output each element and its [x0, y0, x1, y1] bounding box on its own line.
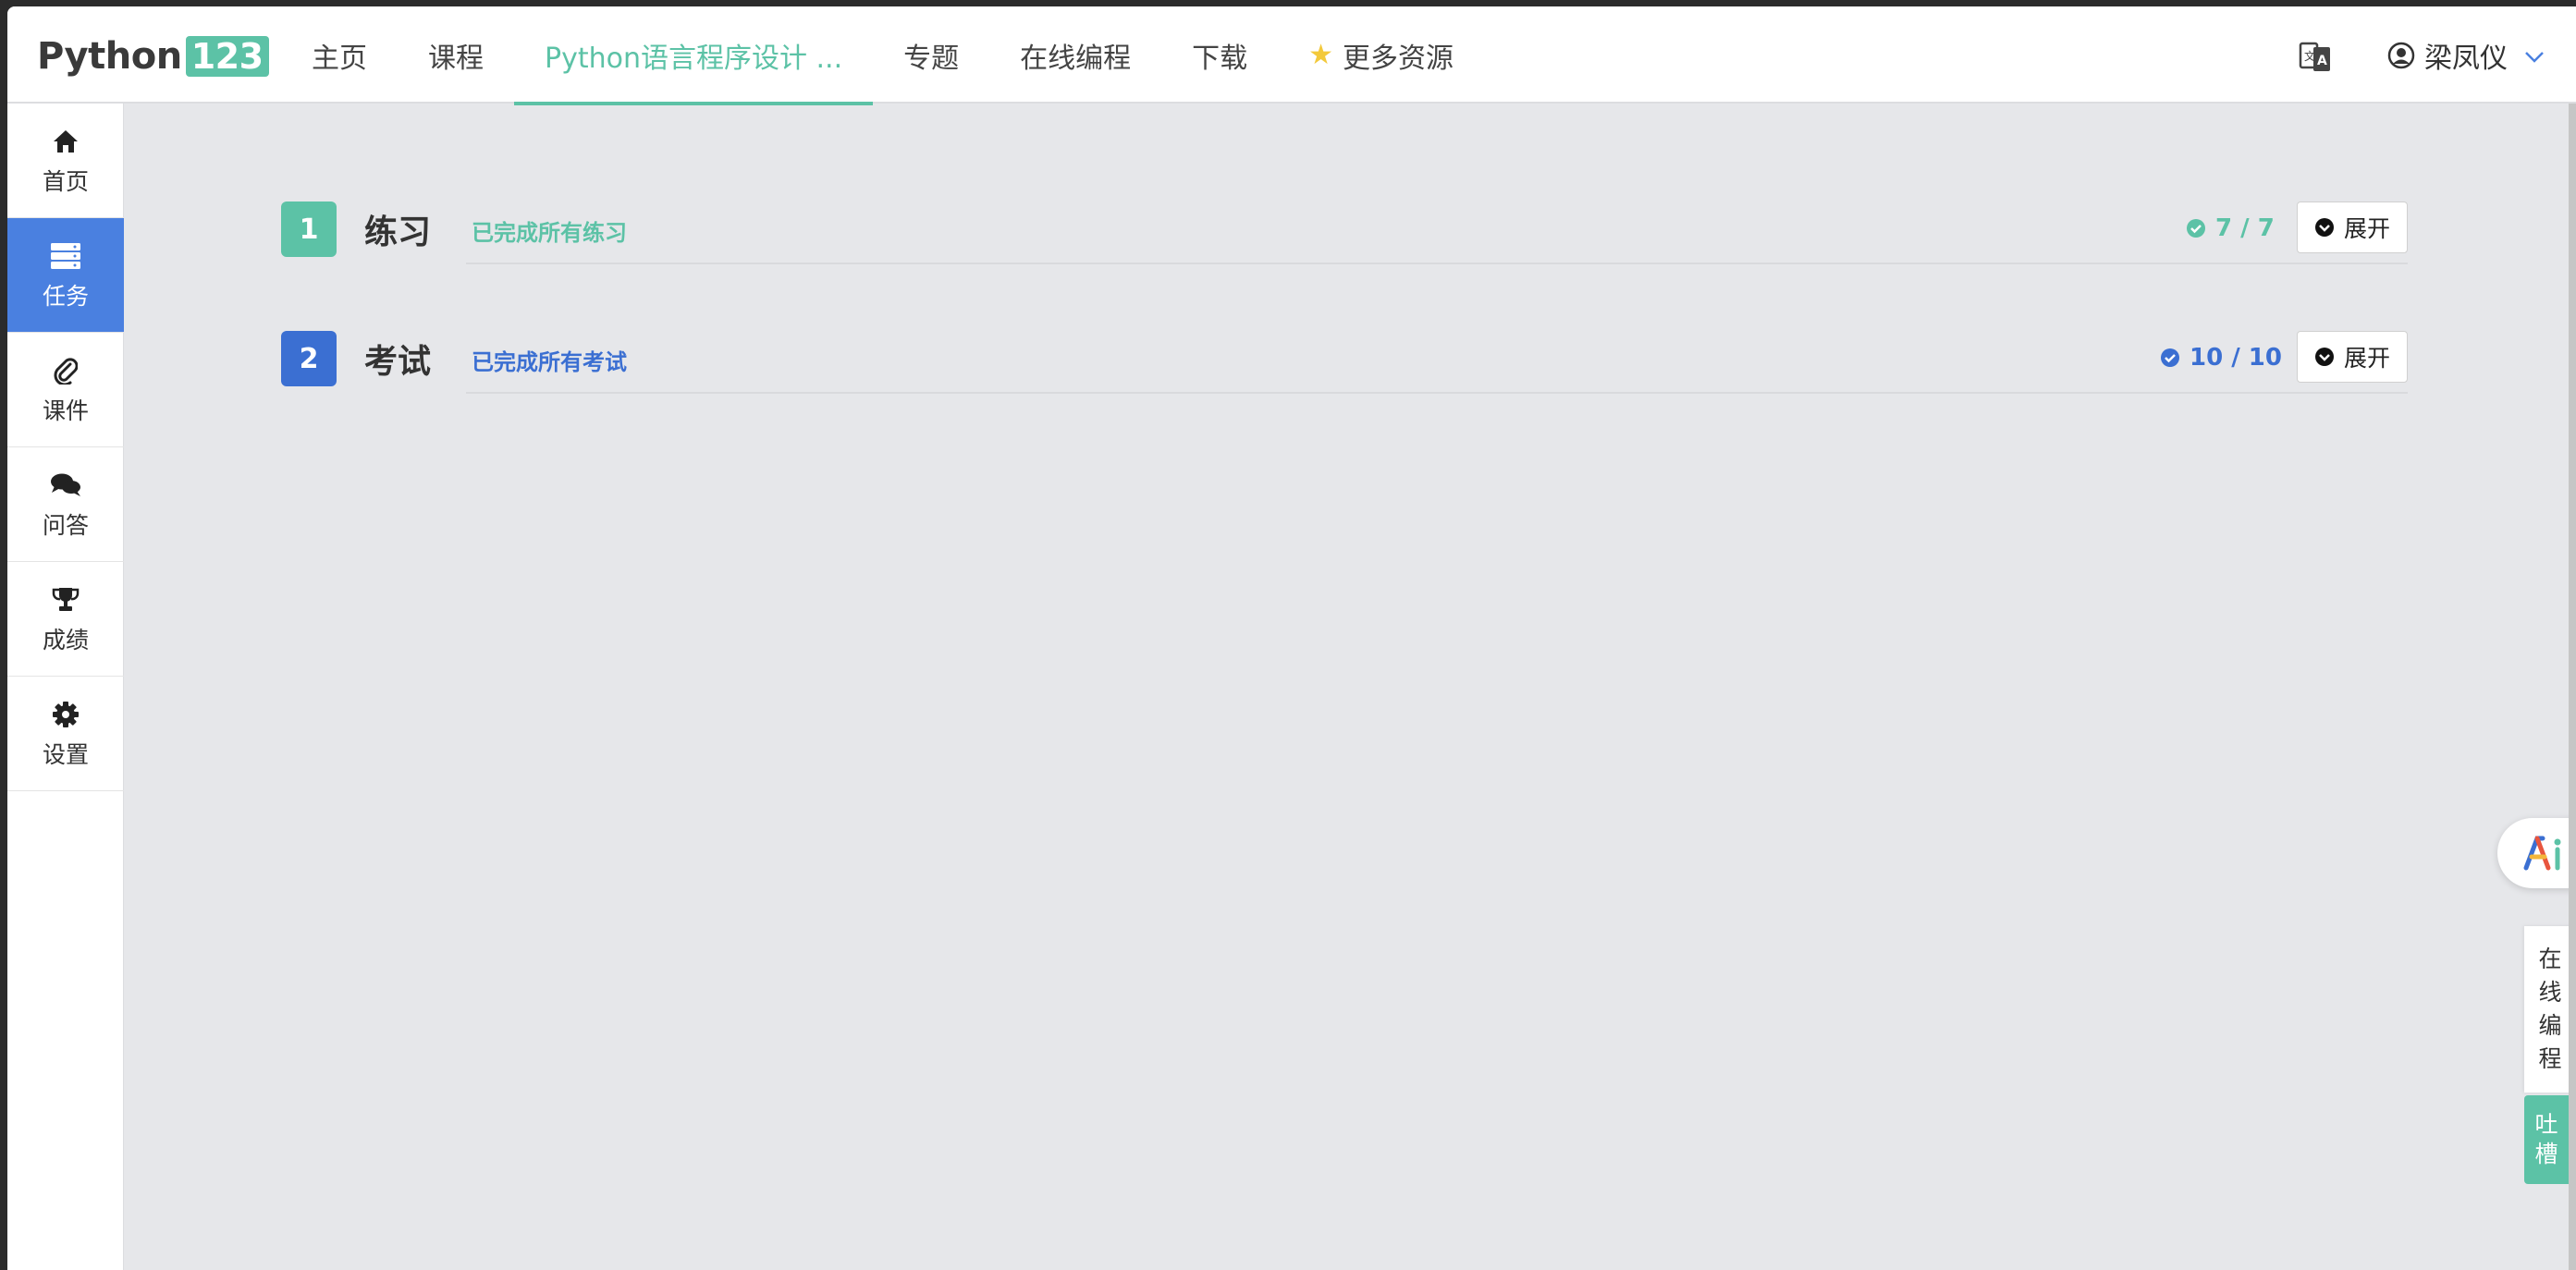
check-circle-icon: [2160, 348, 2180, 368]
sidebar-item-grades[interactable]: 成绩: [7, 562, 124, 677]
svg-text:文: 文: [2304, 49, 2315, 63]
nav-more-resources[interactable]: ★ 更多资源: [1278, 6, 1484, 104]
sidebar-item-label: 任务: [42, 282, 89, 310]
feedback-tab[interactable]: 吐 槽: [2524, 1095, 2569, 1184]
nav-label: 在线编程: [1020, 42, 1132, 75]
sidebar-item-courseware[interactable]: 课件: [7, 333, 124, 447]
nav-home[interactable]: 主页: [281, 6, 398, 104]
paperclip-icon: [54, 354, 78, 387]
sidebar-item-tasks[interactable]: 任务: [7, 218, 124, 333]
chevron-circle-down-icon: [2314, 217, 2335, 238]
app-window: Python 123 主页 课程 Python语言程序设计 ... 专题 在线编程…: [7, 6, 2576, 1270]
nav-label: 下载: [1192, 42, 1248, 75]
section-title: 练习: [364, 214, 432, 251]
section-progress: 10 / 10: [2160, 344, 2282, 372]
sidebar-item-settings[interactable]: 设置: [7, 677, 124, 791]
logo-number: 123: [185, 36, 269, 77]
nav-label: 主页: [312, 42, 367, 75]
trophy-icon: [52, 583, 80, 617]
nav-label: 课程: [428, 42, 484, 75]
check-circle-icon: [2186, 218, 2206, 238]
online-tab-char: 线: [2538, 979, 2562, 1006]
section-exam: 2 考试 已完成所有考试 10 / 10 展开: [281, 331, 2408, 394]
user-icon: [2387, 42, 2415, 68]
section-divider: [466, 392, 2408, 394]
online-tab-char: 程: [2538, 1045, 2562, 1072]
nav-label: Python语言程序设计 ...: [545, 42, 843, 75]
section-status: 已完成所有考试: [472, 349, 627, 375]
language-toggle-button[interactable]: 文 A: [2293, 34, 2337, 79]
scrollbar[interactable]: [2569, 104, 2576, 1270]
button-label: 展开: [2343, 345, 2390, 372]
sidebar-item-home[interactable]: 首页: [7, 104, 124, 218]
progress-count: 10 / 10: [2190, 344, 2282, 372]
nav-label: 更多资源: [1343, 42, 1454, 75]
site-logo[interactable]: Python 123: [37, 32, 269, 80]
nav-label: 专题: [903, 42, 960, 75]
section-practice: 1 练习 已完成所有练习 7 / 7 展开: [281, 201, 2408, 264]
svg-text:A: A: [2317, 54, 2327, 68]
logo-text: Python: [37, 35, 182, 78]
top-navbar: Python 123 主页 课程 Python语言程序设计 ... 专题 在线编程…: [7, 6, 2576, 105]
ai-assistant-button[interactable]: [2497, 818, 2576, 888]
section-divider: [466, 263, 2408, 264]
tasks-icon: [50, 239, 81, 273]
section-status: 已完成所有练习: [472, 220, 627, 246]
nav-online-coding[interactable]: 在线编程: [989, 6, 1161, 104]
progress-count: 7 / 7: [2215, 214, 2275, 242]
online-tab-char: 在: [2538, 946, 2562, 972]
comments-icon: [50, 469, 81, 502]
main-nav: 主页 课程 Python语言程序设计 ... 专题 在线编程 下载 ★ 更多资源: [281, 6, 1484, 105]
section-number-badge: 1: [281, 201, 337, 257]
nav-current-course[interactable]: Python语言程序设计 ...: [514, 6, 874, 105]
sidebar-item-label: 设置: [42, 740, 89, 768]
sidebar-item-qa[interactable]: 问答: [7, 447, 124, 562]
section-progress: 7 / 7: [2186, 214, 2275, 242]
home-icon: [52, 125, 80, 158]
button-label: 展开: [2343, 215, 2390, 242]
translate-icon: 文 A: [2299, 42, 2330, 71]
chevron-circle-down-icon: [2314, 347, 2335, 367]
online-tab-char: 编: [2538, 1012, 2562, 1039]
section-number-badge: 2: [281, 331, 337, 386]
nav-topics[interactable]: 专题: [873, 6, 989, 104]
expand-exam-button[interactable]: 展开: [2297, 331, 2408, 383]
user-name: 梁凤仪: [2424, 42, 2508, 75]
user-menu[interactable]: 梁凤仪: [2387, 6, 2545, 104]
feedback-tab-char: 吐: [2534, 1111, 2558, 1138]
ai-icon: [2523, 836, 2561, 871]
sidebar-item-label: 成绩: [42, 626, 89, 653]
star-icon: ★: [1308, 39, 1334, 71]
nav-courses[interactable]: 课程: [398, 6, 514, 104]
nav-download[interactable]: 下载: [1161, 6, 1278, 104]
gear-icon: [52, 698, 80, 731]
left-sidebar: 首页 任务 课件 问答 成绩 设置: [7, 104, 124, 1270]
chevron-down-icon: [2524, 39, 2545, 71]
sidebar-item-label: 问答: [42, 511, 89, 539]
section-title: 考试: [364, 343, 432, 381]
sidebar-item-label: 首页: [42, 167, 89, 195]
expand-practice-button[interactable]: 展开: [2297, 201, 2408, 253]
feedback-tab-char: 槽: [2534, 1141, 2558, 1167]
sidebar-item-label: 课件: [42, 397, 89, 424]
